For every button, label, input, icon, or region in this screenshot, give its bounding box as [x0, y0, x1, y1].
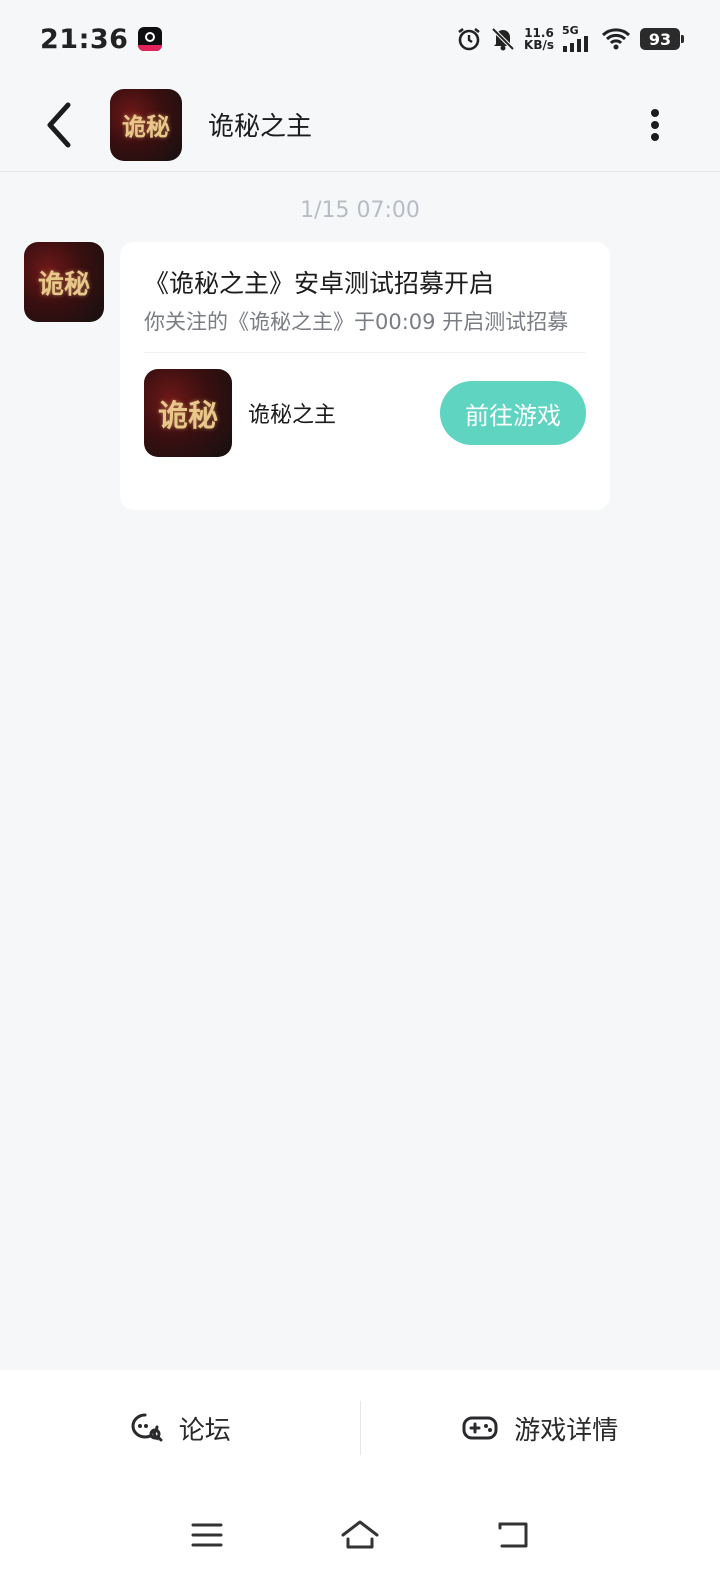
card-game-name: 诡秘之主: [248, 403, 337, 428]
bottom-action-bar: 论坛 游戏详情: [0, 1370, 720, 1486]
card-game-row: 诡秘 诡秘之主 前往游戏: [144, 369, 586, 457]
back-nav-button[interactable]: [483, 1505, 543, 1565]
status-bar: 21:36 11.6 KB/s 5G 93: [0, 0, 720, 78]
alarm-icon: [456, 26, 482, 52]
message-timestamp: 1/15 07:00: [300, 198, 420, 223]
forum-chat-icon: [131, 1413, 163, 1442]
sender-avatar[interactable]: 诡秘: [24, 242, 104, 322]
status-time: 21:36: [40, 23, 129, 55]
gamepad-icon: [462, 1416, 498, 1440]
signal-label: 5G: [562, 24, 579, 37]
back-button[interactable]: [24, 90, 94, 160]
go-to-game-button[interactable]: 前往游戏: [440, 381, 586, 445]
card-game-icon[interactable]: 诡秘: [144, 369, 232, 457]
chevron-left-icon: [47, 102, 71, 147]
net-speed-unit: KB/s: [524, 38, 554, 52]
avatar-logo-text: 诡秘: [158, 399, 218, 434]
signal-icon: 5G: [562, 24, 592, 52]
menu-icon: [191, 1523, 223, 1547]
back-nav-icon: [498, 1522, 528, 1548]
card-divider: [144, 352, 586, 353]
message-title: 《诡秘之主》安卓测试招募开启: [144, 269, 495, 298]
net-speed: 11.6 KB/s: [524, 27, 554, 51]
message-card[interactable]: 《诡秘之主》安卓测试招募开启 你关注的《诡秘之主》于00:09 开启测试招募 诡…: [120, 242, 610, 510]
more-vertical-icon: [651, 108, 659, 141]
battery-icon: 93: [640, 28, 684, 50]
home-icon: [341, 1520, 379, 1549]
status-icons: 11.6 KB/s 5G 93: [456, 24, 684, 52]
avatar-logo-text: 诡秘: [37, 269, 90, 300]
chat-header: 诡秘 诡秘之主: [0, 78, 720, 172]
header-game-avatar[interactable]: 诡秘: [110, 88, 182, 161]
message-description: 你关注的《诡秘之主》于00:09 开启测试招募: [144, 310, 569, 334]
page-title: 诡秘之主: [208, 112, 313, 142]
home-button[interactable]: [330, 1505, 390, 1565]
app-notification-icon: [138, 27, 163, 51]
more-options-button[interactable]: [640, 95, 670, 155]
bell-muted-icon: [490, 26, 516, 52]
wifi-icon: [600, 26, 632, 52]
forum-label: 论坛: [178, 1415, 231, 1446]
menu-button[interactable]: [177, 1505, 237, 1565]
game-details-button[interactable]: 游戏详情: [361, 1370, 720, 1486]
game-details-label: 游戏详情: [514, 1415, 619, 1446]
system-nav-bar: [0, 1486, 720, 1584]
avatar-logo-text: 诡秘: [122, 112, 170, 141]
forum-button[interactable]: 论坛: [0, 1370, 360, 1486]
